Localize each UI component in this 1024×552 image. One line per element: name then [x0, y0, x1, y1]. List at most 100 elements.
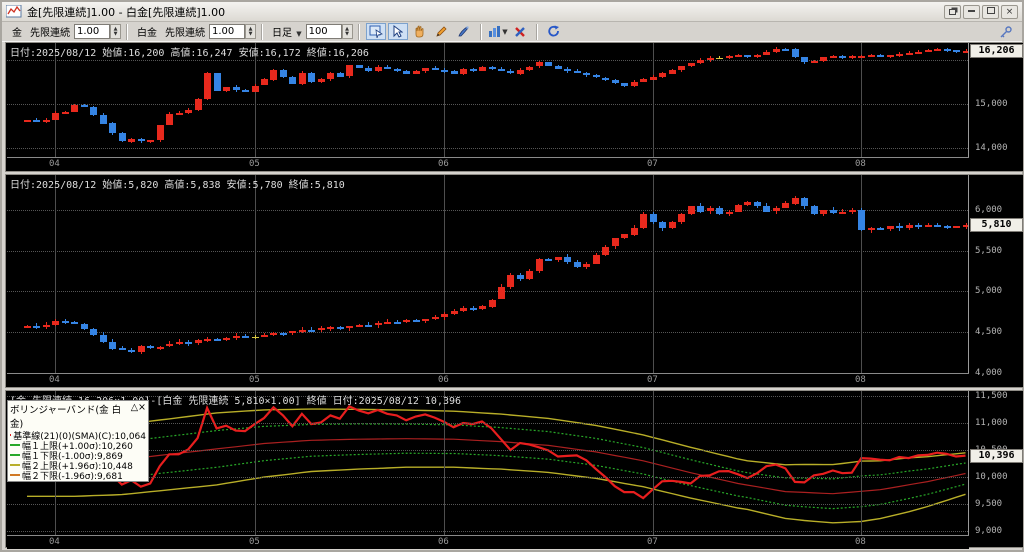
- candle: [432, 317, 439, 319]
- minimize-button[interactable]: [963, 5, 980, 19]
- candle: [678, 214, 685, 222]
- legend-item: 幅２下限(-1.96σ):9,681: [10, 470, 146, 480]
- candle: [811, 206, 818, 214]
- spread-time-axis: 0405060708: [7, 535, 969, 549]
- x-tick-label: 08: [855, 375, 866, 385]
- candle: [308, 73, 315, 82]
- gridline-vertical: [653, 175, 654, 387]
- gold-multiplier-value[interactable]: 1.00: [74, 24, 110, 39]
- settings-key-button[interactable]: [995, 23, 1015, 40]
- x-tick-label: 04: [49, 375, 60, 385]
- candle: [688, 206, 695, 214]
- candle: [489, 300, 496, 307]
- refresh-button[interactable]: [544, 23, 564, 40]
- candle: [631, 82, 638, 86]
- platinum-multiplier-value[interactable]: 1.00: [209, 24, 245, 39]
- minimize-icon: [968, 10, 975, 12]
- indicator-chart-button[interactable]: ▼: [488, 23, 508, 40]
- candle: [621, 83, 628, 86]
- candle: [24, 120, 31, 122]
- candle: [925, 225, 932, 227]
- candle: [944, 49, 951, 51]
- bar-count-stepper[interactable]: ▲▼: [342, 24, 353, 39]
- candle: [384, 67, 391, 69]
- candle: [574, 262, 581, 267]
- candle: [697, 206, 704, 212]
- period-dropdown[interactable]: 日足 ▼: [272, 24, 302, 39]
- candle: [887, 226, 894, 229]
- x-tick-label: 08: [855, 159, 866, 169]
- legend-collapse-button[interactable]: △: [131, 402, 138, 430]
- candle: [792, 49, 799, 57]
- y-axis-label: 14,000: [975, 143, 1021, 153]
- draw-pencil-button[interactable]: [432, 23, 452, 40]
- gold-time-axis: 0405060708: [7, 157, 969, 171]
- candle: [299, 73, 306, 84]
- candle: [261, 335, 268, 337]
- candle: [71, 105, 78, 112]
- candle: [185, 110, 192, 113]
- candle: [52, 113, 59, 120]
- candle: [726, 56, 733, 58]
- y-axis-label: 15,000: [975, 99, 1021, 109]
- legend-close-button[interactable]: ×: [138, 402, 146, 430]
- pan-tool-button[interactable]: [410, 23, 430, 40]
- maximize-button[interactable]: [982, 5, 999, 19]
- gold-multiplier-spinner[interactable]: 1.00 ▲▼: [74, 24, 121, 39]
- close-button[interactable]: ×: [1001, 5, 1018, 19]
- candle: [214, 73, 221, 91]
- candle: [422, 68, 429, 71]
- x-tick-label: 07: [647, 375, 658, 385]
- candle: [754, 202, 761, 206]
- candle: [602, 78, 609, 80]
- restore-stack-button[interactable]: [944, 5, 961, 19]
- draw-pen-button[interactable]: [454, 23, 474, 40]
- candle: [801, 198, 808, 206]
- candle: [43, 325, 50, 327]
- platinum-multiplier-spinner[interactable]: 1.00 ▲▼: [209, 24, 256, 39]
- band2-lower-line: [27, 467, 966, 523]
- x-tick-label: 06: [438, 375, 449, 385]
- candle: [451, 71, 458, 74]
- candle: [337, 73, 344, 77]
- candle: [166, 114, 173, 125]
- candle: [479, 306, 486, 309]
- cursor-tool-button[interactable]: [388, 23, 408, 40]
- candle: [204, 73, 211, 99]
- gold-chart-plot[interactable]: 日付:2025/08/12 始値:16,200 高値:16,247 安値:16,…: [7, 43, 969, 171]
- candle: [280, 333, 287, 335]
- platinum-chart-plot[interactable]: 日付:2025/08/12 始値:5,820 高値:5,838 安値:5,780…: [7, 175, 969, 387]
- candle: [593, 255, 600, 264]
- candle: [811, 61, 818, 63]
- candle: [90, 329, 97, 335]
- x-tick-label: 04: [49, 159, 60, 169]
- candle: [375, 67, 382, 71]
- candle: [792, 198, 799, 204]
- bollinger-legend: ボリンジャーバンド(金 白金) △ × 基準線(21)(0)(SMA)(C):1…: [7, 400, 149, 482]
- bar-count-value[interactable]: 100: [306, 24, 342, 39]
- candle: [744, 55, 751, 57]
- candle: [346, 65, 353, 76]
- candle: [678, 66, 685, 70]
- candle: [147, 346, 154, 348]
- candle: [830, 210, 837, 213]
- range-select-button[interactable]: [366, 23, 386, 40]
- chevron-down-icon: ▼: [502, 28, 507, 36]
- candle: [147, 140, 154, 142]
- candle: [394, 322, 401, 324]
- candle: [384, 322, 391, 324]
- platinum-multiplier-stepper[interactable]: ▲▼: [245, 24, 256, 39]
- candle: [858, 210, 865, 230]
- x-tick-label: 05: [249, 159, 260, 169]
- delete-indicator-button[interactable]: [510, 23, 530, 40]
- legend-line-sample: [10, 434, 11, 436]
- candle: [337, 327, 344, 329]
- candle: [119, 133, 126, 141]
- candle: [915, 52, 922, 54]
- bar-count-spinner[interactable]: 100 ▲▼: [306, 24, 353, 39]
- gold-multiplier-stepper[interactable]: ▲▼: [110, 24, 121, 39]
- spread-chart-plot[interactable]: [金 先限連続 16,206×1.00]-[白金 先限連続 5,810×1.00…: [7, 391, 969, 547]
- gridline-vertical: [861, 43, 862, 171]
- y-axis-label: 4,000: [975, 368, 1021, 378]
- y-axis-label: 10,000: [975, 472, 1021, 482]
